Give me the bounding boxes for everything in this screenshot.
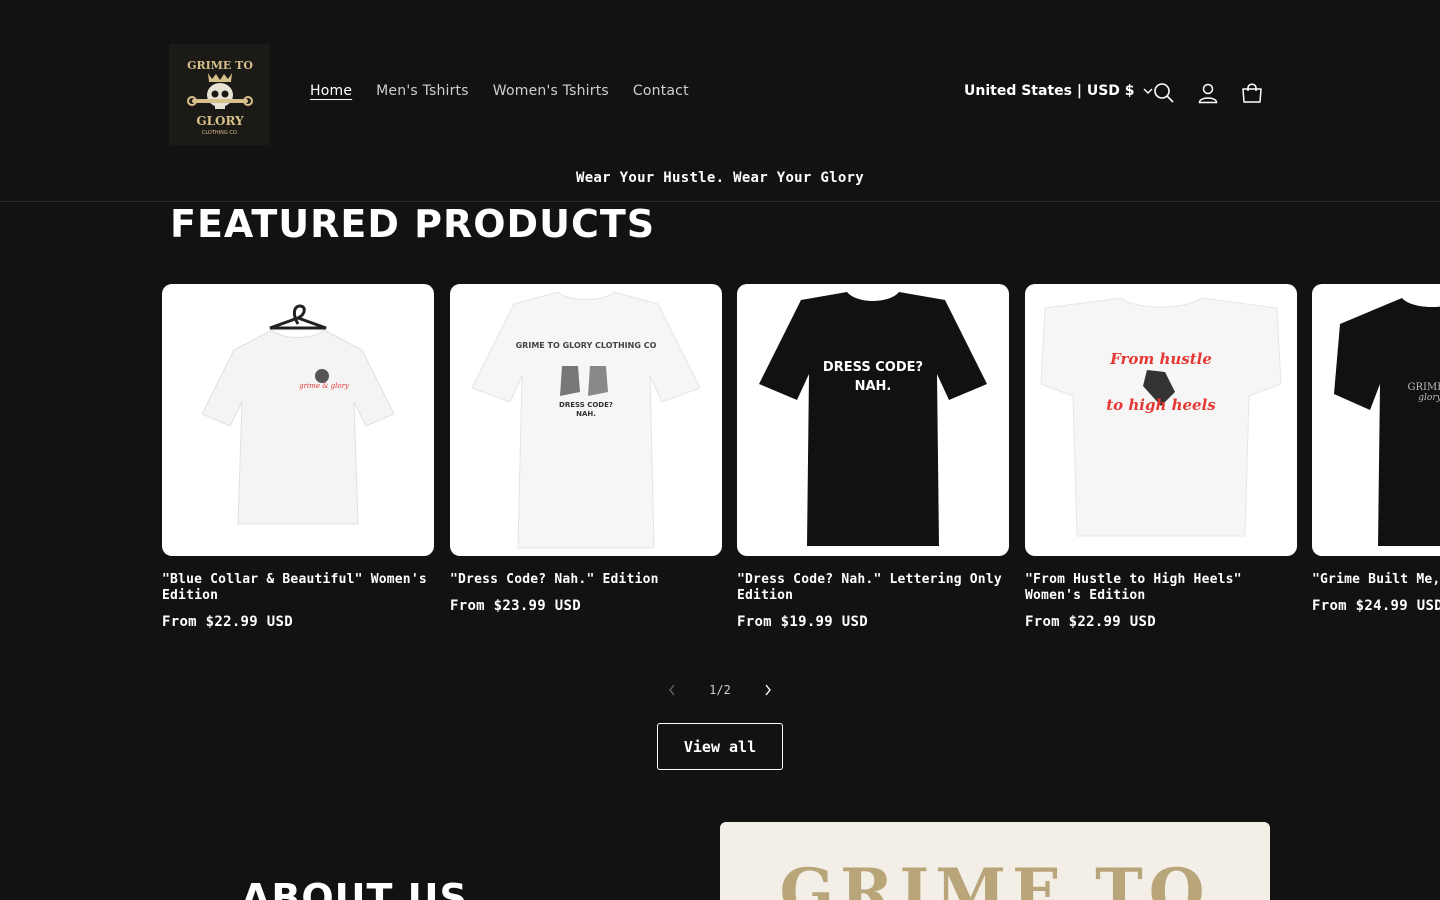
main-nav: Home Men's Tshirts Women's Tshirts Conta… (298, 80, 701, 102)
featured-products-heading: FEATURED PRODUCTS (170, 202, 656, 246)
white-tshirt-boots-image: GRIME TO GLORY CLOTHING CO DRESS CODE? N… (471, 291, 701, 549)
svg-text:NAH.: NAH. (855, 379, 892, 394)
slider-counter: 1/2 (709, 683, 731, 697)
skull-crown-wrench-icon: GRIME TO GLORY CLOTHING CO. (186, 59, 253, 136)
nav-home[interactable]: Home (298, 80, 364, 102)
country-selector[interactable]: United States | USD $ (964, 80, 1153, 102)
nav-womens-tshirts[interactable]: Women's Tshirts (481, 80, 621, 102)
about-us-heading: ABOUT US (241, 876, 468, 900)
about-image: GRIME TO (720, 822, 1270, 900)
search-button[interactable] (1151, 80, 1177, 106)
svg-text:DRESS CODE?: DRESS CODE? (559, 401, 613, 409)
nav-mens-tshirts[interactable]: Men's Tshirts (364, 80, 481, 102)
view-all-button[interactable]: View all (657, 723, 783, 770)
product-card[interactable]: grime & glory "Blue Collar & Beautiful" … (162, 284, 434, 630)
site-header: GRIME TO GLORY CLOTHING CO. Home Men's T… (0, 0, 1440, 202)
about-image-text: GRIME TO (779, 855, 1210, 900)
svg-text:to high heels: to high heels (1106, 396, 1216, 414)
product-card[interactable]: GRIME glory "Grime Built Me, Glory Editi… (1312, 284, 1440, 614)
svg-text:From hustle: From hustle (1109, 350, 1212, 368)
product-card[interactable]: GRIME TO GLORY CLOTHING CO DRESS CODE? N… (450, 284, 722, 614)
about-brand-graphic: GRIME TO (779, 855, 1210, 900)
announcement-tagline: Wear Your Hustle. Wear Your Glory (575, 170, 865, 186)
svg-text:glory: glory (1418, 393, 1440, 403)
svg-text:DRESS CODE?: DRESS CODE? (823, 360, 923, 375)
chevron-left-icon (669, 684, 675, 696)
product-image[interactable]: grime & glory (162, 284, 434, 556)
product-price: From $23.99 USD (450, 598, 581, 614)
account-icon (1198, 83, 1218, 104)
slider-prev-button[interactable] (660, 678, 684, 702)
product-title[interactable]: "Dress Code? Nah." Lettering Only Editio… (737, 572, 1009, 604)
cart-icon (1242, 83, 1262, 103)
nav-contact[interactable]: Contact (621, 80, 701, 102)
product-price: From $19.99 USD (737, 614, 868, 630)
product-card[interactable]: From hustle to high heels "From Hustle t… (1025, 284, 1297, 630)
search-icon (1154, 83, 1174, 103)
country-selector-label: United States | USD $ (964, 83, 1135, 99)
product-price: From $22.99 USD (1025, 614, 1156, 630)
logo-line-2: GLORY (196, 114, 244, 128)
product-image[interactable]: From hustle to high heels (1025, 284, 1297, 556)
product-title[interactable]: "From Hustle to High Heels" Women's Edit… (1025, 572, 1297, 604)
black-tshirt-lettering-image: DRESS CODE? NAH. (759, 292, 987, 546)
svg-text:NAH.: NAH. (576, 410, 596, 418)
black-tshirt-script-image: GRIME glory (1334, 298, 1440, 546)
slider-controls: 1/2 (660, 678, 780, 702)
svg-text:GRIME: GRIME (1407, 382, 1440, 393)
product-price: From $22.99 USD (162, 614, 293, 630)
slider-next-button[interactable] (756, 678, 780, 702)
product-image[interactable]: GRIME TO GLORY CLOTHING CO DRESS CODE? N… (450, 284, 722, 556)
account-button[interactable] (1195, 80, 1221, 106)
svg-text:GRIME TO GLORY CLOTHING CO: GRIME TO GLORY CLOTHING CO (516, 341, 657, 350)
site-logo[interactable]: GRIME TO GLORY CLOTHING CO. (169, 44, 270, 145)
chevron-right-icon (765, 684, 771, 696)
product-image[interactable]: GRIME glory (1312, 284, 1440, 556)
product-card[interactable]: DRESS CODE? NAH. "Dress Code? Nah." Lett… (737, 284, 1009, 630)
cart-button[interactable] (1239, 80, 1265, 106)
product-carousel: grime & glory "Blue Collar & Beautiful" … (162, 284, 1440, 644)
product-title[interactable]: "Dress Code? Nah." Edition (450, 572, 722, 588)
svg-text:grime & glory: grime & glory (299, 382, 350, 390)
white-tshirt-heels-image: From hustle to high heels (1040, 297, 1282, 537)
logo-line-3: CLOTHING CO. (201, 130, 238, 136)
product-price: From $24.99 USD (1312, 598, 1440, 614)
white-tshirt-hanger-image: grime & glory (201, 304, 395, 525)
logo-line-1: GRIME TO (187, 59, 253, 72)
product-image[interactable]: DRESS CODE? NAH. (737, 284, 1009, 556)
product-title[interactable]: "Blue Collar & Beautiful" Women's Editio… (162, 572, 434, 604)
product-title[interactable]: "Grime Built Me, Glory Edition (1312, 572, 1440, 588)
